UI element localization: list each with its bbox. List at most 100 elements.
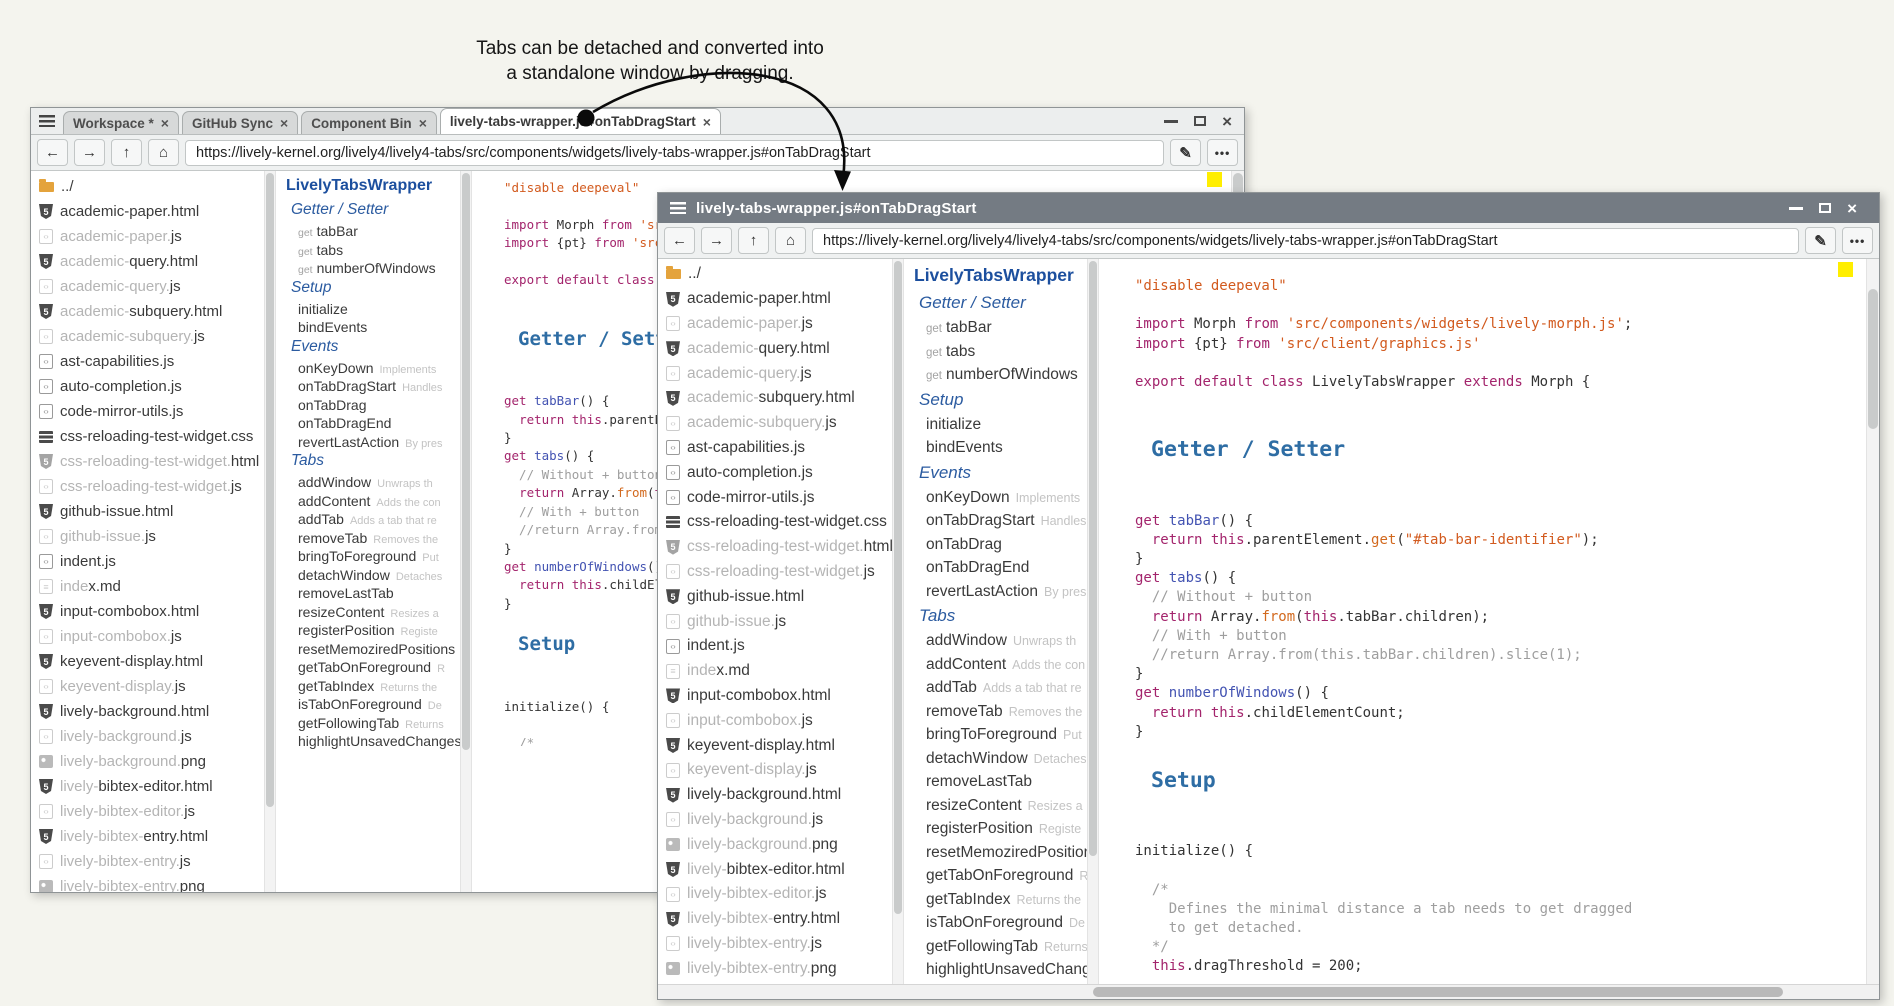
back-button[interactable]: ← bbox=[664, 227, 695, 254]
file-item[interactable]: input-combobox.js bbox=[658, 708, 892, 733]
member-list-scrollbar[interactable] bbox=[1087, 259, 1099, 984]
member-item[interactable]: onKeyDownImplements bbox=[914, 489, 1087, 513]
class-name[interactable]: LivelyTabsWrapper bbox=[286, 177, 460, 201]
file-item[interactable]: academic-paper.js bbox=[658, 312, 892, 337]
file-list-scrollbar[interactable] bbox=[264, 171, 276, 892]
tab-close-icon[interactable]: × bbox=[703, 115, 711, 129]
file-item[interactable]: academic-paper.html bbox=[31, 199, 264, 224]
file-item[interactable]: academic-subquery.js bbox=[31, 324, 264, 349]
file-item[interactable]: input-combobox.js bbox=[31, 624, 264, 649]
file-item[interactable]: keyevent-display.html bbox=[658, 733, 892, 758]
member-item[interactable]: onTabDrag bbox=[914, 536, 1087, 560]
file-item[interactable]: academic-subquery.js bbox=[658, 411, 892, 436]
file-item[interactable]: academic-query.html bbox=[658, 336, 892, 361]
member-item[interactable]: registerPositionRegiste bbox=[914, 820, 1087, 844]
member-item[interactable]: gettabs bbox=[286, 242, 460, 261]
file-item[interactable]: ../ bbox=[31, 174, 264, 199]
member-item[interactable]: resizeContentResizes a bbox=[914, 797, 1087, 821]
file-item[interactable]: css-reloading-test-widget.js bbox=[658, 560, 892, 585]
member-item[interactable]: removeTabRemoves the bbox=[286, 530, 460, 549]
home-button[interactable]: ⌂ bbox=[148, 139, 179, 166]
member-item[interactable]: bringToForegroundPut bbox=[286, 548, 460, 567]
member-section[interactable]: Events bbox=[914, 463, 1087, 489]
member-item[interactable]: getFollowingTabReturns bbox=[914, 938, 1087, 962]
title-bar[interactable]: lively-tabs-wrapper.js#onTabDragStart × bbox=[658, 193, 1879, 223]
file-item[interactable]: indent.js bbox=[658, 634, 892, 659]
file-item[interactable]: lively-bibtex-editor.js bbox=[31, 799, 264, 824]
horizontal-scrollbar[interactable] bbox=[658, 984, 1879, 999]
member-section[interactable]: Tabs bbox=[286, 452, 460, 474]
file-item[interactable]: academic-query.js bbox=[658, 361, 892, 386]
member-item[interactable]: registerPositionRegiste bbox=[286, 622, 460, 641]
file-item[interactable]: code-mirror-utils.js bbox=[31, 399, 264, 424]
file-item[interactable]: keyevent-display.js bbox=[658, 758, 892, 783]
file-item[interactable]: index.md bbox=[658, 659, 892, 684]
member-section[interactable]: Getter / Setter bbox=[914, 293, 1087, 319]
code-scrollbar[interactable] bbox=[1866, 259, 1879, 984]
member-item[interactable]: detachWindowDetaches bbox=[286, 567, 460, 586]
more-button[interactable]: ••• bbox=[1207, 139, 1238, 166]
tab-close-icon[interactable]: × bbox=[161, 116, 169, 130]
member-item[interactable]: getnumberOfWindows bbox=[914, 366, 1087, 390]
file-item[interactable]: keyevent-display.js bbox=[31, 674, 264, 699]
menu-icon[interactable] bbox=[670, 202, 686, 214]
member-item[interactable]: revertLastActionBy pres bbox=[914, 583, 1087, 607]
file-item[interactable]: css-reloading-test-widget.js bbox=[31, 474, 264, 499]
member-item[interactable]: detachWindowDetaches bbox=[914, 750, 1087, 774]
member-item[interactable]: addTabAdds a tab that re bbox=[914, 679, 1087, 703]
file-item[interactable]: lively-background.js bbox=[31, 724, 264, 749]
member-item[interactable]: gettabBar bbox=[286, 223, 460, 242]
file-item[interactable]: github-issue.js bbox=[658, 609, 892, 634]
edit-button[interactable]: ✎ bbox=[1805, 227, 1836, 254]
file-item[interactable]: ../ bbox=[658, 262, 892, 287]
maximize-button[interactable] bbox=[1819, 203, 1831, 213]
file-item[interactable]: academic-subquery.html bbox=[658, 386, 892, 411]
member-item[interactable]: gettabs bbox=[914, 343, 1087, 367]
member-item[interactable]: initialize bbox=[286, 301, 460, 320]
member-item[interactable]: resizeContentResizes a bbox=[286, 604, 460, 623]
member-item[interactable]: addWindowUnwraps th bbox=[914, 632, 1087, 656]
member-item[interactable]: getTabIndexReturns the bbox=[914, 891, 1087, 915]
member-item[interactable]: removeTabRemoves the bbox=[914, 703, 1087, 727]
member-item[interactable]: isTabOnForegroundDe bbox=[914, 914, 1087, 938]
file-item[interactable]: code-mirror-utils.js bbox=[658, 485, 892, 510]
file-item[interactable]: github-issue.html bbox=[31, 499, 264, 524]
member-item[interactable]: addTabAdds a tab that re bbox=[286, 511, 460, 530]
member-item[interactable]: addContentAdds the con bbox=[286, 493, 460, 512]
member-item[interactable]: getTabOnForegroundR bbox=[914, 867, 1087, 891]
member-item[interactable]: initialize bbox=[914, 416, 1087, 440]
member-item[interactable]: onTabDragStartHandles bbox=[286, 378, 460, 397]
file-item[interactable]: lively-background.html bbox=[31, 699, 264, 724]
member-item[interactable]: removeLastTab bbox=[286, 585, 460, 604]
file-item[interactable]: auto-completion.js bbox=[31, 374, 264, 399]
file-item[interactable]: indent.js bbox=[31, 549, 264, 574]
class-name[interactable]: LivelyTabsWrapper bbox=[914, 265, 1087, 293]
member-item[interactable]: highlightUnsavedChanges bbox=[914, 961, 1087, 984]
member-item[interactable]: gettabBar bbox=[914, 319, 1087, 343]
minimize-button[interactable] bbox=[1164, 120, 1178, 123]
minimize-button[interactable] bbox=[1789, 207, 1803, 210]
up-button[interactable]: ↑ bbox=[738, 227, 769, 254]
file-item[interactable]: academic-query.js bbox=[31, 274, 264, 299]
member-item[interactable]: onKeyDownImplements bbox=[286, 360, 460, 379]
member-item[interactable]: getTabOnForegroundR bbox=[286, 659, 460, 678]
member-item[interactable]: bringToForegroundPut bbox=[914, 726, 1087, 750]
member-section[interactable]: Getter / Setter bbox=[286, 201, 460, 223]
file-item[interactable]: github-issue.html bbox=[658, 584, 892, 609]
file-item[interactable]: auto-completion.js bbox=[658, 460, 892, 485]
member-item[interactable]: resetMemoziredPositions bbox=[914, 844, 1087, 868]
forward-button[interactable]: → bbox=[74, 139, 105, 166]
file-item[interactable]: input-combobox.html bbox=[658, 684, 892, 709]
member-item[interactable]: addWindowUnwraps th bbox=[286, 474, 460, 493]
url-input[interactable] bbox=[812, 228, 1799, 254]
member-item[interactable]: getnumberOfWindows bbox=[286, 260, 460, 279]
member-section[interactable]: Tabs bbox=[914, 606, 1087, 632]
home-button[interactable]: ⌂ bbox=[775, 227, 806, 254]
member-section[interactable]: Events bbox=[286, 338, 460, 360]
member-item[interactable]: getTabIndexReturns the bbox=[286, 678, 460, 697]
file-item[interactable]: lively-bibtex-entry.png bbox=[31, 874, 264, 892]
file-item[interactable]: lively-bibtex-editor.html bbox=[658, 857, 892, 882]
file-item[interactable]: academic-query.html bbox=[31, 249, 264, 274]
member-item[interactable]: addContentAdds the con bbox=[914, 656, 1087, 680]
file-item[interactable]: input-combobox.html bbox=[31, 599, 264, 624]
